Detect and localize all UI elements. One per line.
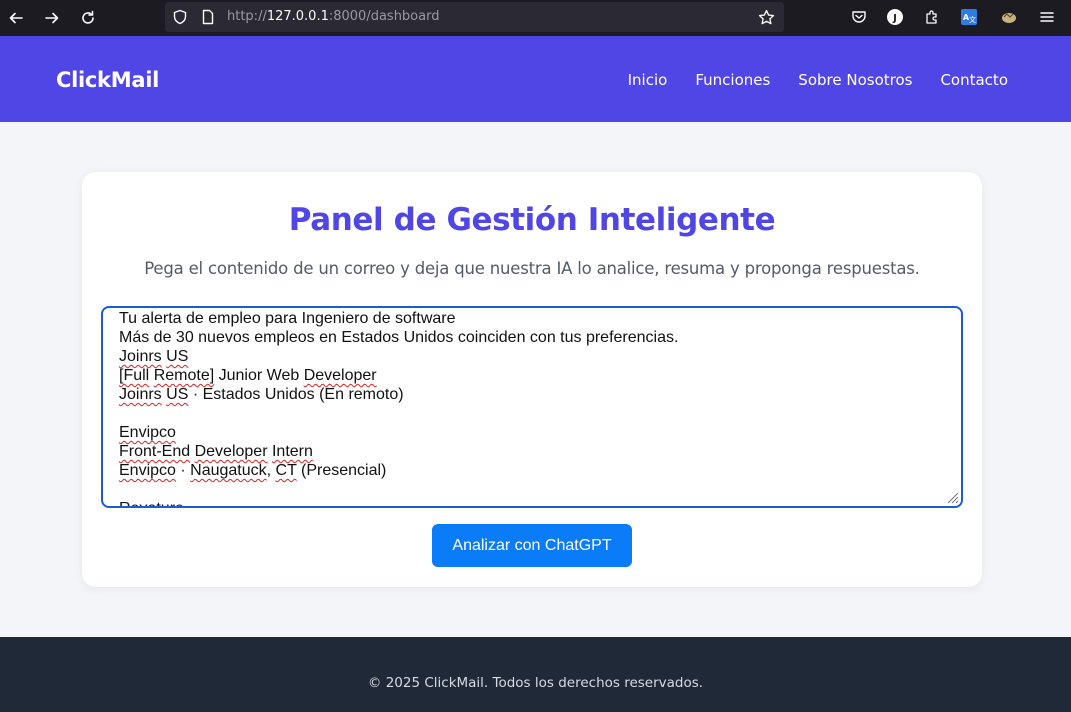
nav-link-funciones[interactable]: Funciones bbox=[695, 71, 770, 89]
email-line: Revature bbox=[119, 499, 678, 506]
svg-text:J: J bbox=[892, 13, 897, 24]
extensions-icon[interactable] bbox=[921, 6, 943, 28]
dashboard-card: Panel de Gestión Inteligente Pega el con… bbox=[82, 172, 982, 587]
reload-icon bbox=[82, 10, 94, 24]
url-text[interactable]: http://127.0.0.1:8000/dashboard bbox=[227, 9, 439, 24]
site-footer: © 2025 ClickMail. Todos los derechos res… bbox=[0, 637, 1071, 712]
account-icon[interactable]: J bbox=[884, 6, 906, 28]
email-line bbox=[119, 404, 678, 423]
brand-logo[interactable]: ClickMail bbox=[56, 68, 159, 92]
email-line: Front-End Developer Intern bbox=[119, 443, 313, 460]
url-prefix: http:// bbox=[227, 9, 267, 24]
email-line: Envipco bbox=[119, 424, 176, 441]
translate-icon[interactable]: A文 bbox=[958, 6, 980, 28]
main-nav: Inicio Funciones Sobre Nosotros Contacto bbox=[628, 71, 1008, 89]
resize-grip-icon[interactable] bbox=[945, 490, 959, 504]
forward-icon bbox=[45, 12, 59, 24]
email-line: Tu alerta de empleo para Ingeniero de so… bbox=[119, 310, 456, 327]
reload-button[interactable] bbox=[76, 6, 100, 30]
page-subtitle: Pega el contenido de un correo y deja qu… bbox=[144, 259, 920, 278]
email-content: ‐‐‐‐‐‐‐‐‐‐‐‐‐‐‐‐‐‐‐‐‐‐‐‐‐‐‐‐‐‐‐‐ Tu aler… bbox=[119, 308, 679, 506]
url-host: 127.0.0.1 bbox=[266, 9, 329, 24]
browser-toolbar: http://127.0.0.1:8000/dashboard J A文 bbox=[0, 0, 1071, 36]
svg-text:文: 文 bbox=[969, 15, 976, 24]
shield-icon[interactable] bbox=[171, 8, 189, 26]
back-button[interactable] bbox=[4, 6, 28, 30]
email-line: Joinrs US bbox=[119, 348, 189, 365]
star-icon[interactable] bbox=[757, 8, 775, 26]
nav-link-inicio[interactable]: Inicio bbox=[628, 71, 668, 89]
url-path: :8000/dashboard bbox=[328, 9, 440, 24]
pocket-icon[interactable] bbox=[848, 6, 870, 28]
page-title: Panel de Gestión Inteligente bbox=[288, 202, 776, 238]
back-icon bbox=[9, 12, 23, 24]
email-line bbox=[119, 480, 678, 499]
forward-button[interactable] bbox=[40, 6, 64, 30]
extension-icon[interactable] bbox=[998, 6, 1020, 28]
analyze-button[interactable]: Analizar con ChatGPT bbox=[432, 524, 632, 567]
nav-link-sobre-nosotros[interactable]: Sobre Nosotros bbox=[798, 71, 912, 89]
page-icon[interactable] bbox=[199, 8, 217, 26]
email-line: Envipco · Naugatuck, CT (Presencial) bbox=[119, 462, 387, 479]
nav-link-contacto[interactable]: Contacto bbox=[940, 71, 1008, 89]
address-bar[interactable]: http://127.0.0.1:8000/dashboard bbox=[165, 2, 784, 32]
site-header: ClickMail Inicio Funciones Sobre Nosotro… bbox=[0, 36, 1071, 122]
footer-copyright: © 2025 ClickMail. Todos los derechos res… bbox=[367, 675, 704, 691]
email-line: [Full Remote] Junior Web Developer bbox=[119, 367, 377, 384]
email-line: Joinrs US · Estados Unidos (En remoto) bbox=[119, 386, 404, 403]
email-textarea[interactable]: ‐‐‐‐‐‐‐‐‐‐‐‐‐‐‐‐‐‐‐‐‐‐‐‐‐‐‐‐‐‐‐‐ Tu aler… bbox=[101, 306, 963, 508]
email-line: Más de 30 nuevos empleos en Estados Unid… bbox=[119, 329, 679, 346]
menu-icon[interactable] bbox=[1036, 6, 1058, 28]
